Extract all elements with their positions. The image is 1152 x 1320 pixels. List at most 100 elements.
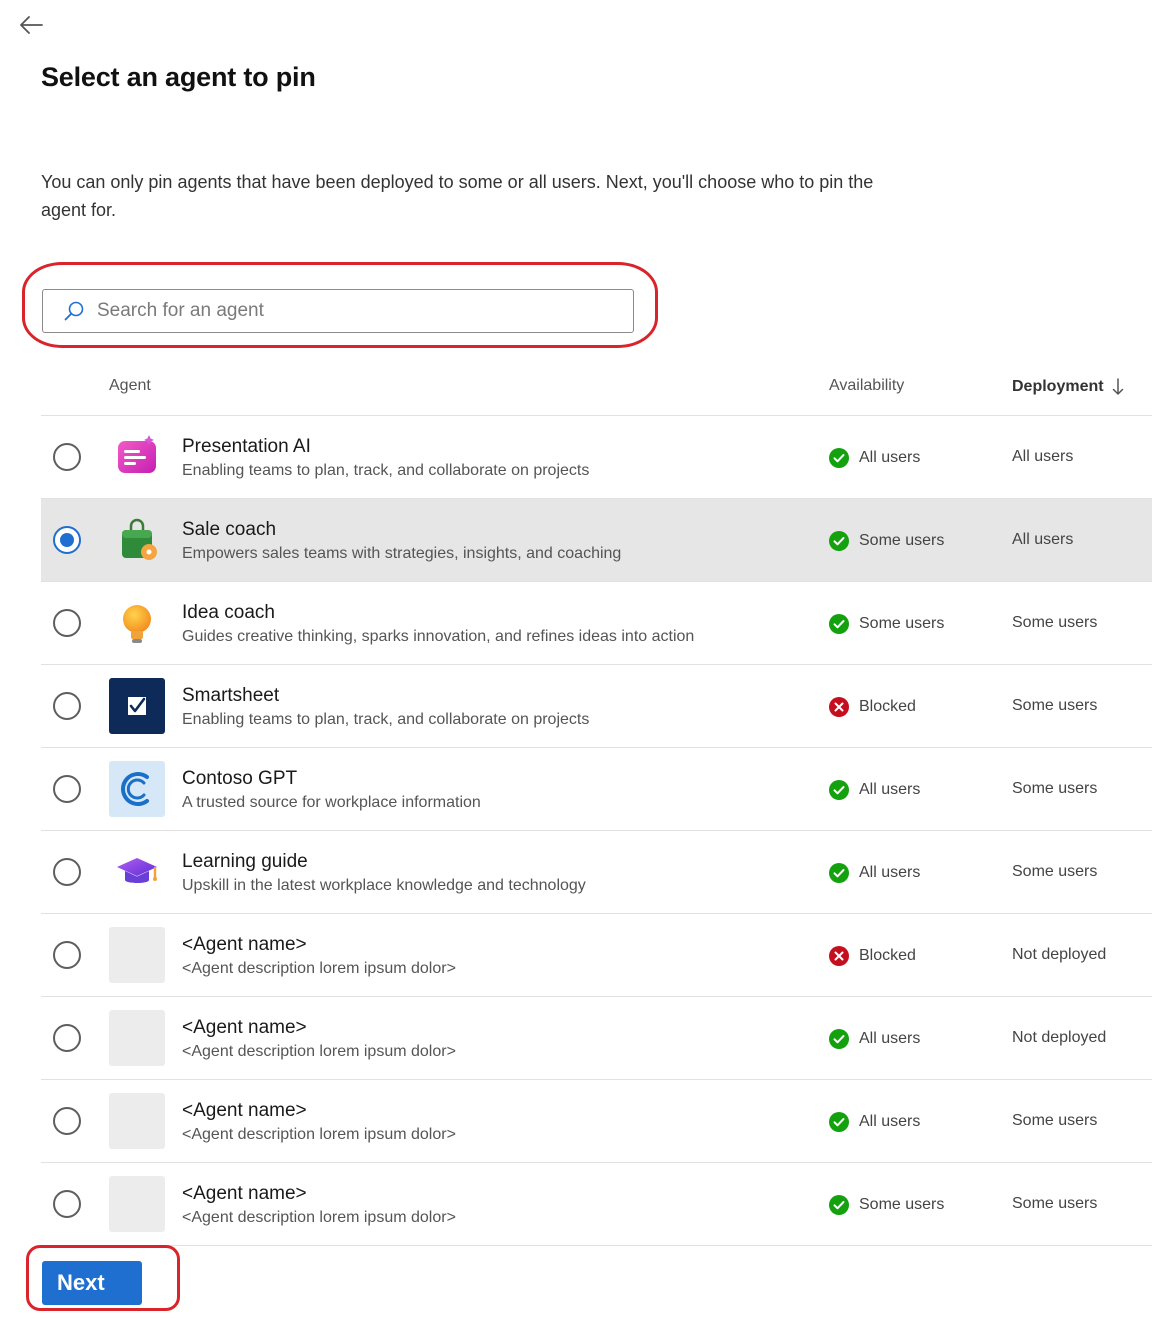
- agent-radio-button[interactable]: [53, 609, 81, 637]
- table-row[interactable]: Smartsheet Enabling teams to plan, track,…: [41, 665, 1152, 748]
- placeholder-icon: [109, 927, 165, 983]
- check-status-icon: [829, 1195, 849, 1215]
- column-header-deployment-label: Deployment: [1012, 378, 1104, 395]
- page-title: Select an agent to pin: [41, 62, 316, 92]
- search-icon: [64, 301, 84, 321]
- deployment-label: Not deployed: [1012, 946, 1107, 963]
- availability-label: Blocked: [859, 947, 916, 964]
- blocked-status-icon: [829, 946, 849, 966]
- agent-radio-button[interactable]: [53, 1024, 81, 1052]
- availability-label: All users: [859, 1113, 921, 1130]
- sale-coach-icon: [109, 512, 165, 568]
- column-header-agent: Agent: [109, 377, 151, 394]
- next-button[interactable]: Next: [42, 1261, 142, 1305]
- availability-label: All users: [859, 449, 921, 466]
- deployment-label: All users: [1012, 531, 1074, 548]
- table-row[interactable]: <Agent name> <Agent description lorem ips…: [41, 1163, 1152, 1246]
- agent-radio-button[interactable]: [53, 692, 81, 720]
- check-status-icon: [829, 1112, 849, 1132]
- check-status-icon: [829, 531, 849, 551]
- check-status-icon: [829, 614, 849, 634]
- column-header-deployment[interactable]: Deployment: [1012, 377, 1124, 397]
- agent-radio-button[interactable]: [53, 775, 81, 803]
- availability-label: Some users: [859, 1196, 945, 1213]
- deployment-label: Some users: [1012, 697, 1098, 714]
- back-arrow-icon: [20, 16, 43, 34]
- availability-status: Blocked: [829, 946, 916, 966]
- agent-radio-button[interactable]: [53, 443, 81, 471]
- agents-table: Presentation AI Enabling teams to plan, t…: [41, 415, 1152, 1246]
- availability-label: Some users: [859, 615, 945, 632]
- availability-label: All users: [859, 864, 921, 881]
- table-row[interactable]: Presentation AI Enabling teams to plan, t…: [41, 416, 1152, 499]
- deployment-label: Not deployed: [1012, 1029, 1107, 1046]
- placeholder-icon: [109, 1093, 165, 1149]
- availability-label: Blocked: [859, 698, 916, 715]
- table-row[interactable]: <Agent name> <Agent description lorem ips…: [41, 914, 1152, 997]
- agent-radio-button[interactable]: [53, 1190, 81, 1218]
- table-row[interactable]: Learning guide Upskill in the latest work…: [41, 831, 1152, 914]
- back-button[interactable]: [16, 10, 46, 40]
- table-row[interactable]: Contoso GPT A trusted source for workplac…: [41, 748, 1152, 831]
- agent-description: Enabling teams to plan, track, and colla…: [182, 711, 590, 728]
- table-row[interactable]: Idea coach Guides creative thinking, spar…: [41, 582, 1152, 665]
- agent-name: Idea coach: [182, 602, 275, 623]
- deployment-label: Some users: [1012, 780, 1098, 797]
- agent-description: Guides creative thinking, sparks innovat…: [182, 628, 695, 645]
- agent-radio-button[interactable]: [53, 526, 81, 554]
- presentation-ai-icon: [109, 429, 165, 485]
- check-status-icon: [829, 1029, 849, 1049]
- agent-description: <Agent description lorem ipsum dolor>: [182, 1209, 456, 1226]
- agent-description: <Agent description lorem ipsum dolor>: [182, 960, 456, 977]
- deployment-label: All users: [1012, 448, 1074, 465]
- agent-description: <Agent description lorem ipsum dolor>: [182, 1126, 456, 1143]
- availability-label: All users: [859, 1030, 921, 1047]
- search-input[interactable]: [95, 299, 633, 323]
- contoso-gpt-icon: [109, 761, 165, 817]
- placeholder-icon: [109, 1010, 165, 1066]
- agent-name: <Agent name>: [182, 1100, 307, 1121]
- smartsheet-icon: [109, 678, 165, 734]
- agent-name: Presentation AI: [182, 436, 311, 457]
- agent-name: Sale coach: [182, 519, 277, 540]
- table-row[interactable]: Sale coach Empowers sales teams with stra…: [41, 499, 1152, 582]
- availability-status: Some users: [829, 614, 944, 634]
- sort-descending-arrow-icon: [1112, 378, 1123, 395]
- table-row[interactable]: <Agent name> <Agent description lorem ips…: [41, 1080, 1152, 1163]
- availability-status: Some users: [829, 531, 944, 551]
- agent-radio-button[interactable]: [53, 858, 81, 886]
- placeholder-icon: [109, 1176, 165, 1232]
- agent-name: Contoso GPT: [182, 768, 298, 789]
- deployment-label: Some users: [1012, 1195, 1098, 1212]
- agent-name: <Agent name>: [182, 934, 307, 955]
- agent-name: <Agent name>: [182, 1183, 307, 1204]
- availability-status: All users: [829, 780, 920, 800]
- agent-description: Upskill in the latest workplace knowledg…: [182, 877, 586, 894]
- agent-radio-button[interactable]: [53, 941, 81, 969]
- deployment-label: Some users: [1012, 1112, 1098, 1129]
- availability-label: All users: [859, 781, 921, 798]
- agent-description: Empowers sales teams with strategies, in…: [182, 545, 622, 562]
- availability-status: All users: [829, 1112, 920, 1132]
- check-status-icon: [829, 863, 849, 883]
- agent-description: <Agent description lorem ipsum dolor>: [182, 1043, 456, 1060]
- column-header-availability: Availability: [829, 377, 905, 394]
- deployment-label: Some users: [1012, 863, 1098, 880]
- deployment-label: Some users: [1012, 614, 1098, 631]
- agent-name: Learning guide: [182, 851, 308, 872]
- availability-status: All users: [829, 863, 920, 883]
- agent-radio-button[interactable]: [53, 1107, 81, 1135]
- page-description: You can only pin agents that have been d…: [41, 172, 874, 220]
- agent-name: <Agent name>: [182, 1017, 307, 1038]
- search-box[interactable]: [42, 289, 634, 333]
- check-status-icon: [829, 448, 849, 468]
- agent-description: A trusted source for workplace informati…: [182, 794, 481, 811]
- availability-label: Some users: [859, 532, 945, 549]
- idea-coach-icon: [109, 595, 165, 651]
- blocked-status-icon: [829, 697, 849, 717]
- learning-guide-icon: [109, 844, 165, 900]
- agent-name: Smartsheet: [182, 685, 280, 706]
- table-row[interactable]: <Agent name> <Agent description lorem ips…: [41, 997, 1152, 1080]
- agent-description: Enabling teams to plan, track, and colla…: [182, 462, 590, 479]
- availability-status: All users: [829, 448, 920, 468]
